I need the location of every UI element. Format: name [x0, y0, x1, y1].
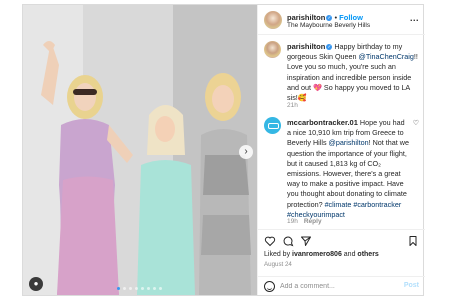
emoji-icon[interactable] [264, 281, 275, 292]
comment-mention[interactable]: @parishilton [329, 138, 369, 147]
like-comment-heart-icon[interactable]: ♡ [413, 119, 419, 127]
carousel-dot [147, 287, 150, 290]
more-options-icon[interactable]: ... [410, 13, 419, 23]
photo-illustration [23, 5, 257, 295]
post-comment-button[interactable]: Post [404, 282, 419, 289]
carousel-dot-active [117, 287, 120, 290]
likes-prefix: Liked by [264, 251, 293, 258]
comment-username[interactable]: parishilton [287, 42, 325, 51]
author-line: parishilton ✓ • Follow [287, 13, 363, 22]
commenter-avatar[interactable] [264, 117, 281, 134]
carousel-dot [123, 287, 126, 290]
likes-middle: and [341, 251, 358, 258]
bookmark-icon[interactable] [407, 234, 419, 246]
follow-button[interactable]: Follow [339, 13, 363, 22]
carousel-dot [135, 287, 138, 290]
caption-meta: 21h [287, 102, 298, 109]
author-username[interactable]: parishilton [287, 13, 325, 22]
next-photo-button[interactable]: › [239, 145, 253, 159]
likes-others-link[interactable]: others [357, 251, 378, 258]
comment-text: mccarbontracker.01 Hope you had a nice 1… [287, 118, 409, 220]
post-location[interactable]: The Maybourne Beverly Hills [287, 22, 370, 29]
author-avatar[interactable] [264, 11, 282, 29]
caption-text: parishilton ✓ Happy birthday to my gorgeo… [287, 42, 419, 103]
liked-by-user[interactable]: ivanromero806 [292, 251, 342, 258]
verified-badge-icon: ✓ [326, 15, 333, 21]
comment-time[interactable]: 19h [287, 218, 298, 225]
instagram-post-card: › ● parishilton ✓ • Follow The Maybourne … [22, 4, 425, 296]
tagged-users-icon[interactable]: ● [29, 277, 43, 291]
heart-icon[interactable] [264, 234, 276, 247]
post-side-panel: parishilton ✓ • Follow The Maybourne Beve… [257, 5, 425, 295]
carousel-dot [159, 287, 162, 290]
likes-summary: Liked by ivanromero806 and others [264, 251, 379, 258]
comment-meta: 19h Reply [287, 218, 322, 225]
carousel-dots [117, 287, 162, 290]
comment-username[interactable]: mccarbontracker.01 [287, 118, 358, 127]
post-date: August 24 [264, 261, 292, 268]
share-icon[interactable] [300, 234, 312, 246]
post-header: parishilton ✓ • Follow The Maybourne Beve… [258, 5, 425, 35]
comment-icon[interactable] [282, 234, 294, 247]
add-comment-input[interactable] [280, 279, 390, 293]
dot-separator: • [334, 13, 338, 22]
action-bar [258, 229, 425, 249]
reply-button[interactable]: Reply [304, 218, 322, 225]
comment-body-end: ! Not that we question the importance of… [287, 138, 409, 209]
comment-mention[interactable]: @TinaChenCraig [359, 52, 414, 61]
caption-avatar[interactable] [264, 41, 281, 58]
carousel-dot [141, 287, 144, 290]
post-photo[interactable]: › ● [23, 5, 257, 295]
add-comment-bar: Post [258, 276, 425, 295]
comment-time[interactable]: 21h [287, 102, 298, 109]
carousel-dot [153, 287, 156, 290]
carousel-dot [129, 287, 132, 290]
